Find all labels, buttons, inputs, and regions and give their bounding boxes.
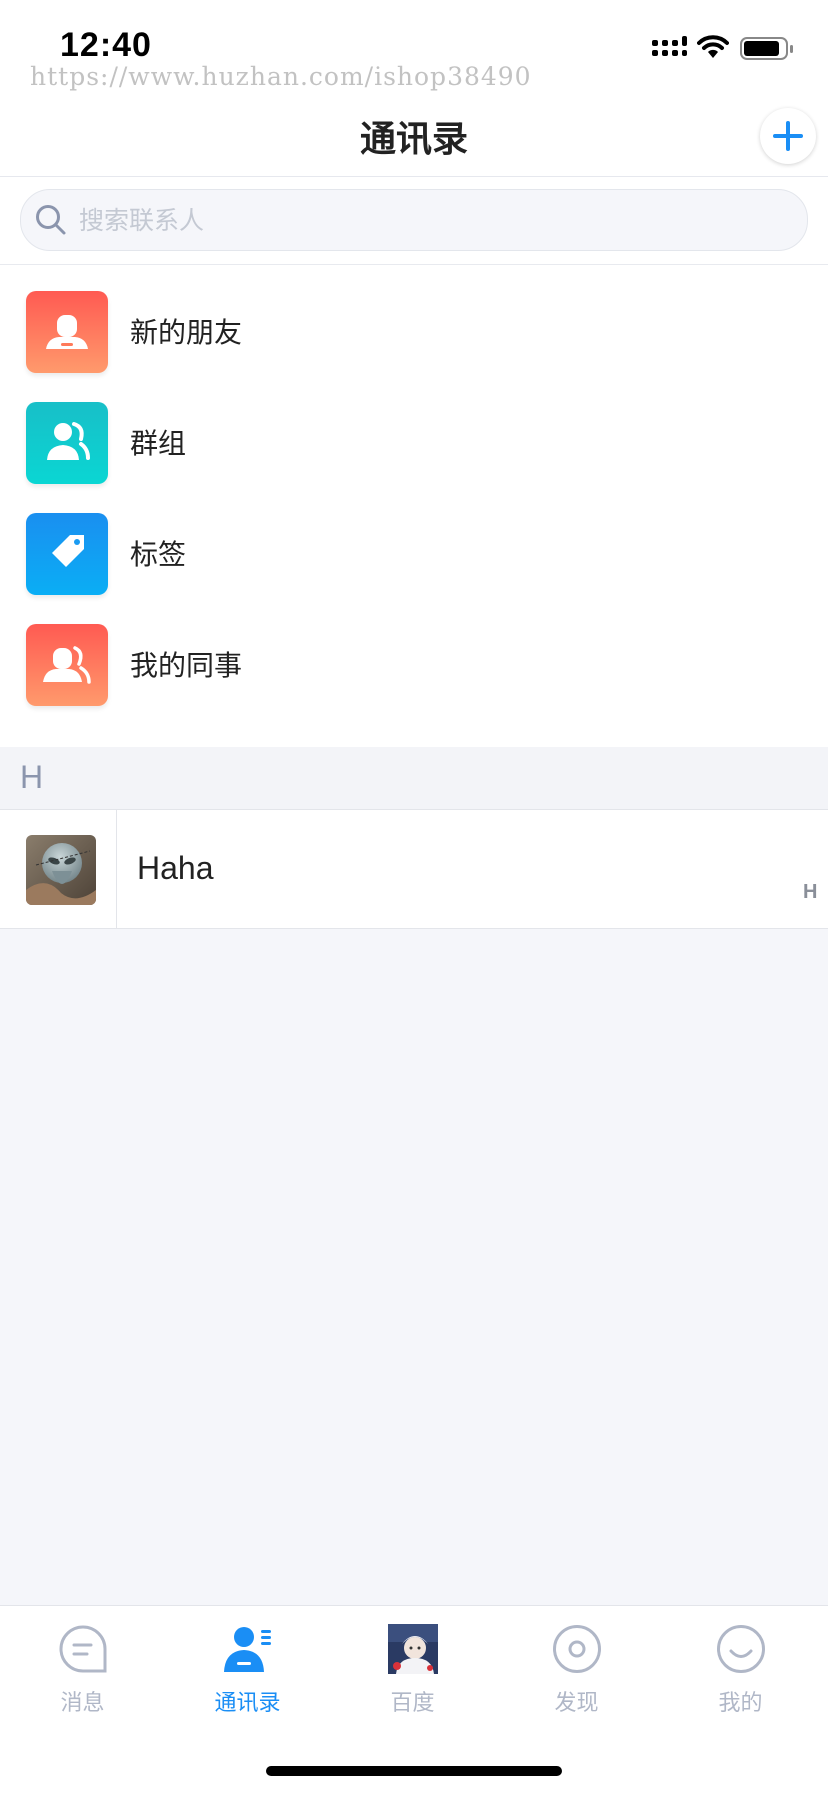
tab-label: 消息 [60,1691,105,1716]
tab-label: 通讯录 [214,1691,281,1716]
section-header: H [0,747,828,810]
menu-item-colleagues[interactable]: 我的同事 [0,598,828,709]
home-indicator [266,1766,562,1776]
message-icon [59,1625,107,1673]
divider [116,810,117,928]
page-title: 通讯录 [359,119,468,160]
group-icon [26,402,108,484]
tag-icon [26,513,108,595]
baidu-avatar-icon [388,1624,438,1674]
profile-icon [717,1625,765,1673]
add-contact-button[interactable] [760,108,816,164]
status-bar: 12:40 https://www.huzhan.com/ishop38490 [0,0,828,96]
battery-icon [740,37,793,60]
plus-icon [773,121,803,151]
contacts-icon [224,1627,271,1672]
menu-label: 新的朋友 [130,316,243,349]
tab-discover[interactable]: 发现 [494,1606,659,1716]
wifi-icon [697,35,729,58]
tab-messages[interactable]: 消息 [0,1606,165,1716]
tab-label: 我的 [718,1691,763,1716]
menu-item-groups[interactable]: 群组 [0,376,828,487]
new-friend-icon [26,291,108,373]
status-time: 12:40 [60,26,152,64]
menu-item-tags[interactable]: 标签 [0,487,828,598]
tab-label: 百度 [390,1691,435,1716]
menu-item-new-friends[interactable]: 新的朋友 [0,265,828,376]
tab-contacts[interactable]: 通讯录 [165,1606,330,1716]
contact-row[interactable]: Haha [0,810,828,929]
discover-icon [553,1625,601,1673]
search-icon [36,205,66,235]
cellular-signal-icon [652,36,687,56]
contact-name: Haha [137,850,214,886]
tab-label: 发现 [554,1691,599,1716]
tab-baidu[interactable]: 百度 [330,1606,495,1716]
tab-profile[interactable]: 我的 [658,1606,823,1716]
search-input[interactable] [79,190,779,250]
section-letter: H [20,759,44,795]
index-letter-h[interactable]: H [803,881,817,904]
watermark: https://www.huzhan.com/ishop38490 [30,62,532,91]
tab-bar: 消息 通讯录 百度 发现 我的 [0,1605,828,1793]
search-box[interactable] [20,189,808,251]
contact-menu: 新的朋友 群组 标签 我的同事 [0,265,828,747]
menu-label: 群组 [130,427,187,460]
search-area [0,177,828,265]
avatar [26,835,96,905]
menu-label: 标签 [130,538,187,571]
menu-label: 我的同事 [130,649,243,682]
colleagues-icon [26,624,108,706]
nav-bar: 通讯录 [0,96,828,177]
